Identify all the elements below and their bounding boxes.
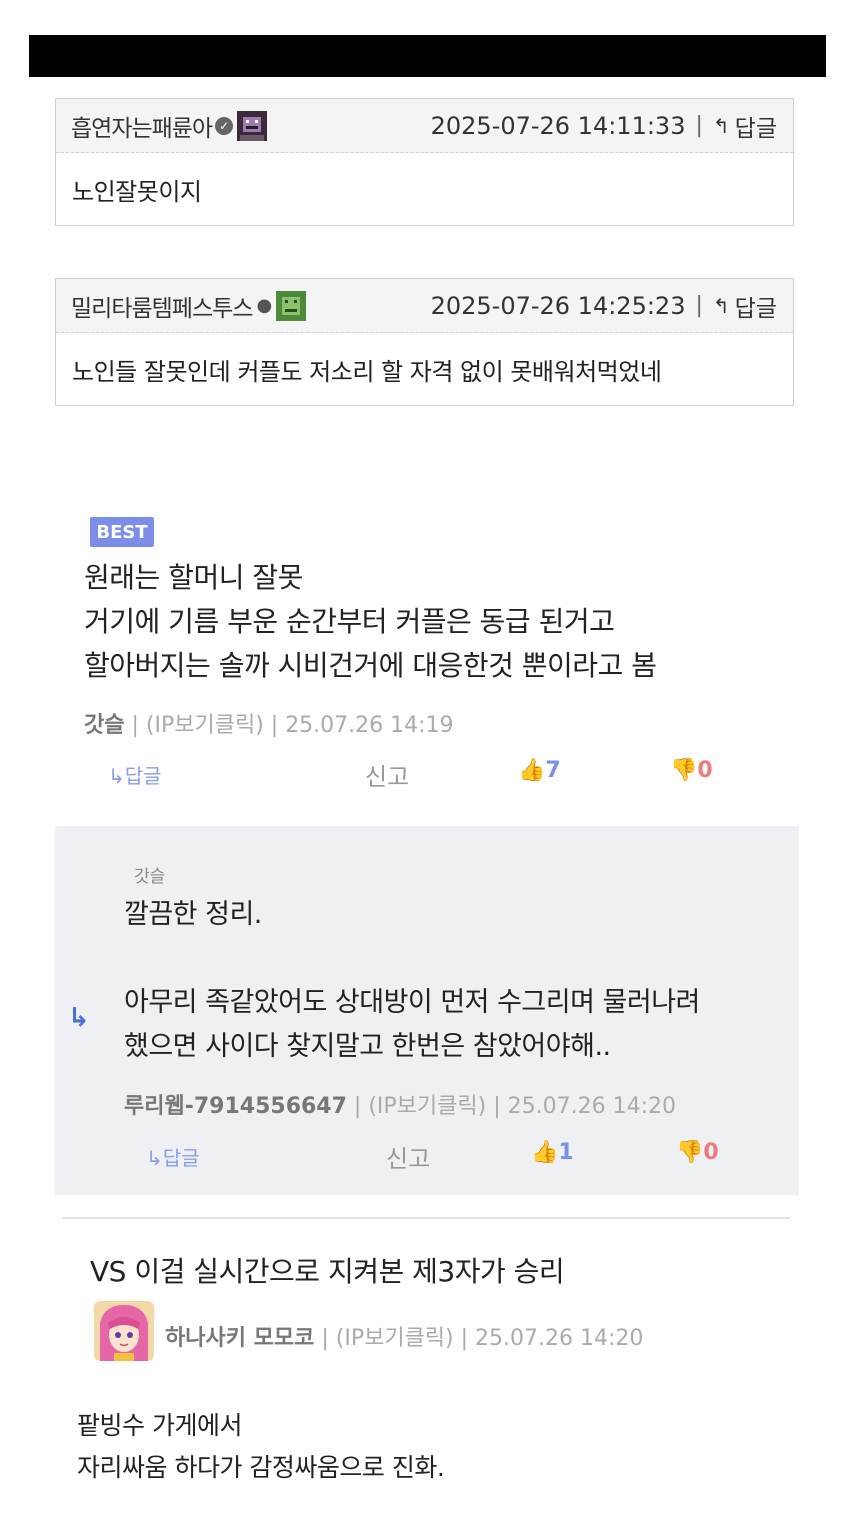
post-body-text: 팥빙수 가게에서 자리싸움 하다가 감정싸움으로 진화. [77, 1411, 445, 1482]
comment-date: 25.07.26 14:20 [475, 1326, 644, 1351]
nested-reply-arrow-icon: ↳ [108, 764, 125, 788]
reply-button[interactable]: ↰ 답글 [713, 109, 777, 143]
comment-author[interactable]: 갓슬 [84, 713, 124, 738]
vs-comment-meta: 하나사키 모모코 | (IP보기클릭) | 25.07.26 14:20 [165, 1326, 644, 1351]
comment-author[interactable]: 하나사키 모모코 [165, 1326, 314, 1351]
comment-date: 25.07.26 14:20 [507, 1094, 677, 1119]
reply-arrow-icon: ↰ [712, 293, 730, 318]
reply-arrow-icon: ↰ [712, 113, 730, 138]
comment-box-2: 밀리타룸템페스투스 ● 2025-07-26 14:25:23 | ↰ 답글 노… [55, 278, 794, 406]
nested-reply-body: 깔끔한 정리. 아무리 족같았어도 상대방이 먼저 수그리며 물러나려 했으면 … [124, 899, 700, 1062]
comment-nickname[interactable]: 흡연자는패륜아 [71, 109, 213, 143]
comment-body: 노인잘못이지 [72, 177, 202, 206]
thumbs-up-icon: 👍 [531, 1140, 559, 1165]
reply-to-author: 갓슬 [134, 867, 166, 887]
pixel-avatar-icon [276, 290, 307, 321]
ip-view-link[interactable]: (IP보기클릭) [146, 713, 264, 738]
upvote-button[interactable]: 👍7 [518, 758, 561, 783]
report-button[interactable]: 신고 [365, 757, 409, 792]
ip-view-link[interactable]: (IP보기클릭) [368, 1094, 486, 1119]
best-comment-meta: 갓슬 | (IP보기클릭) | 25.07.26 14:19 [84, 713, 454, 738]
verified-icon: ✓ [215, 116, 234, 135]
nested-reply-arrow-icon: ↳ [68, 1003, 90, 1033]
thumbs-down-icon: 👎 [670, 758, 698, 783]
upvote-button[interactable]: 👍1 [531, 1140, 574, 1165]
comment-nickname[interactable]: 밀리타룸템페스투스 [71, 289, 253, 323]
pixel-avatar-icon [237, 110, 268, 141]
profile-avatar[interactable] [94, 1301, 154, 1361]
comment-date: 2025-07-26 14:11:33 [430, 111, 686, 140]
person-icon: ● [256, 295, 273, 316]
nested-reply-arrow-icon: ↳ [146, 1146, 163, 1170]
redacted-header-bar [29, 35, 826, 77]
vs-comment-title: VS 이걸 실시간으로 지켜본 제3자가 승리 [90, 1255, 565, 1288]
comment-header: 밀리타룸템페스투스 ● 2025-07-26 14:25:23 | ↰ 답글 [56, 279, 793, 333]
comment-author[interactable]: 루리웹-7914556647 [124, 1094, 347, 1119]
reply-button[interactable]: ↳답글 [108, 760, 162, 789]
thumbs-up-icon: 👍 [518, 758, 546, 783]
comment-date: 2025-07-26 14:25:23 [430, 291, 686, 320]
reply-button[interactable]: ↰ 답글 [713, 289, 777, 323]
best-comment-body: 원래는 할머니 잘못 거기에 기름 부운 순간부터 커플은 동급 된거고 할아버… [84, 561, 657, 682]
comment-header: 흡연자는패륜아 ✓ 2025-07-26 14:11:33 | ↰ 답글 [56, 99, 793, 153]
reply-button[interactable]: ↳답글 [146, 1142, 200, 1171]
downvote-button[interactable]: 👎0 [676, 1140, 719, 1165]
best-badge: BEST [90, 517, 154, 547]
report-button[interactable]: 신고 [386, 1139, 430, 1174]
nested-reply-meta: 루리웹-7914556647 | (IP보기클릭) | 25.07.26 14:… [124, 1094, 677, 1119]
downvote-button[interactable]: 👎0 [670, 758, 713, 783]
thumbs-down-icon: 👎 [676, 1140, 704, 1165]
comment-body: 노인들 잘못인데 커플도 저소리 할 자격 없이 못배워처먹었네 [72, 357, 662, 386]
section-divider [62, 1217, 790, 1219]
ip-view-link[interactable]: (IP보기클릭) [336, 1326, 454, 1351]
comment-date: 25.07.26 14:19 [285, 713, 454, 738]
comment-box-1: 흡연자는패륜아 ✓ 2025-07-26 14:11:33 | ↰ 답글 노인잘… [55, 98, 794, 226]
